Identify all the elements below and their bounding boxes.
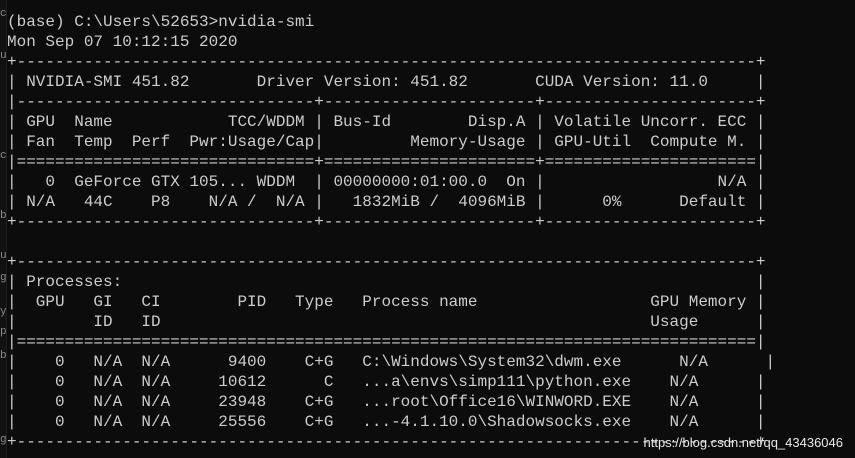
processes-title-line: | Processes: | [7, 273, 766, 291]
gpu-row-2: | N/A 44C P8 N/A / N/A | 1832MiB / 4096M… [7, 193, 766, 211]
gpu-row-1: | 0 GeForce GTX 105... WDDM | 00000000:0… [7, 173, 766, 191]
process-row: | 0 N/A N/A 9400 C+G C:\Windows\System32… [7, 353, 776, 371]
edge-glyph: g [0, 434, 7, 446]
gpu-table-header-2: | Fan Temp Perf Pwr:Usage/Cap| Memory-Us… [7, 133, 766, 151]
gpu-table-border-top: +---------------------------------------… [7, 53, 766, 71]
edge-glyph: b [0, 210, 7, 222]
gpu-table-separator: |-------------------------------+-------… [7, 93, 766, 111]
gpu-table-double-separator: |===============================+=======… [7, 153, 766, 171]
command-prompt-line: (base) C:\Users\52653>nvidia-smi [7, 13, 315, 31]
gpu-table-border-bottom: +-------------------------------+-------… [7, 213, 766, 231]
processes-table-border-top: +---------------------------------------… [7, 253, 766, 271]
processes-header-1: | GPU GI CI PID Type Process name GPU Me… [7, 293, 766, 311]
left-window-edge: c u c b u g y p b g [0, 0, 7, 458]
process-row: | 0 N/A N/A 23948 C+G ...root\Office16\W… [7, 393, 766, 411]
edge-glyph: u [0, 250, 7, 262]
timestamp-line: Mon Sep 07 10:12:15 2020 [7, 33, 238, 51]
edge-glyph: u [0, 50, 7, 62]
processes-separator: |=======================================… [7, 333, 766, 351]
process-row: | 0 N/A N/A 10612 C ...a\envs\simp111\py… [7, 373, 766, 391]
edge-glyph: y [0, 306, 7, 318]
edge-glyph: c [0, 8, 7, 20]
edge-glyph: p [0, 326, 7, 338]
process-row: | 0 N/A N/A 25556 C+G ...-4.1.10.0\Shado… [7, 413, 766, 431]
version-line: | NVIDIA-SMI 451.82 Driver Version: 451.… [7, 73, 766, 91]
edge-glyph: b [0, 350, 7, 362]
edge-glyph: c [0, 150, 7, 162]
edge-glyph: g [0, 272, 7, 284]
processes-header-2: | ID ID Usage | [7, 313, 766, 331]
terminal-window[interactable]: c u c b u g y p b g (base) C:\Users\5265… [0, 0, 855, 458]
gpu-table-header-1: | GPU Name TCC/WDDM | Bus-Id Disp.A | Vo… [7, 113, 766, 131]
csdn-watermark: https://blog.csdn.net/qq_43436046 [643, 435, 844, 450]
